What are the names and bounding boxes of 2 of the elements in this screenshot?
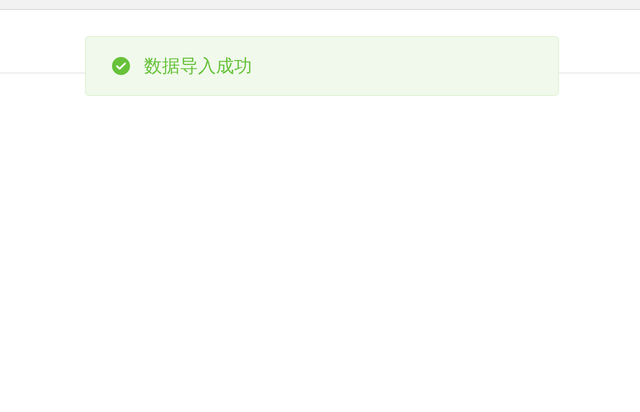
check-circle-icon [112, 57, 130, 75]
message-text: 数据导入成功 [144, 54, 252, 78]
